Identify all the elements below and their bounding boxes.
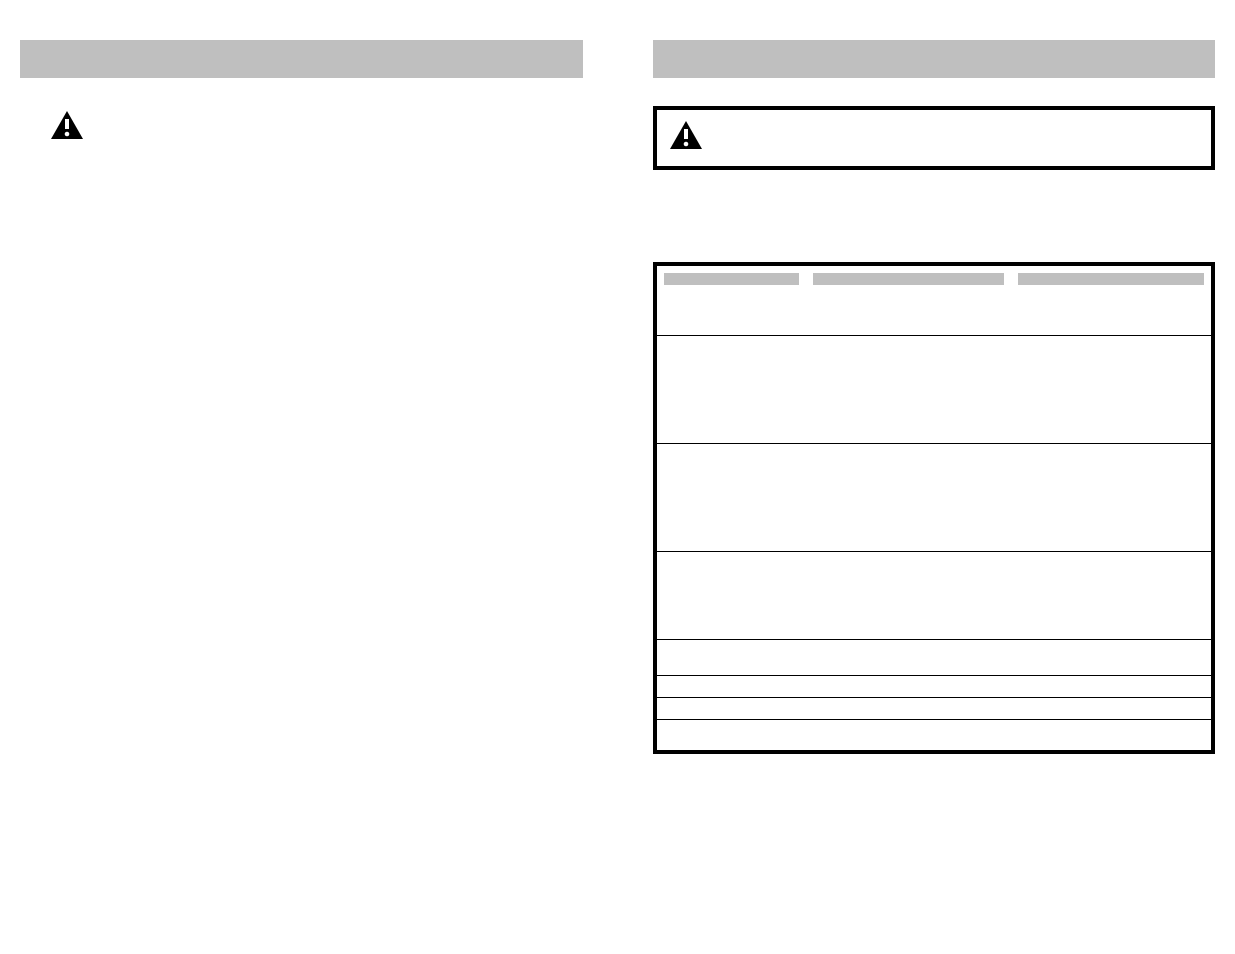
- cell: [806, 720, 1011, 750]
- cell: [806, 336, 1011, 444]
- cell: [1011, 552, 1211, 640]
- warning-triangle-icon: [50, 110, 84, 140]
- cell: [657, 444, 807, 552]
- cell: [806, 698, 1011, 720]
- table-header-row: [657, 266, 1212, 292]
- table-row: [657, 444, 1212, 552]
- table-row: [657, 676, 1212, 698]
- cell: [806, 640, 1011, 676]
- table-row: [657, 720, 1212, 750]
- cell: [1011, 336, 1211, 444]
- cell: [806, 444, 1011, 552]
- right-column: [653, 40, 1216, 754]
- boxed-warning: [653, 106, 1216, 170]
- cell: [806, 676, 1011, 698]
- cell: [657, 720, 807, 750]
- warning-triangle-icon: [669, 120, 703, 150]
- table-row: [657, 292, 1212, 336]
- cell: [657, 676, 807, 698]
- spec-table: [653, 262, 1216, 754]
- left-column: [20, 40, 583, 754]
- cell: [1011, 640, 1211, 676]
- cell: [806, 292, 1011, 336]
- cell: [806, 552, 1011, 640]
- cell: [657, 336, 807, 444]
- table-row: [657, 552, 1212, 640]
- cell: [1011, 292, 1211, 336]
- cell: [1011, 676, 1211, 698]
- col-header: [657, 266, 807, 292]
- cell: [657, 640, 807, 676]
- table-row: [657, 698, 1212, 720]
- col-header: [1011, 266, 1211, 292]
- cell: [1011, 444, 1211, 552]
- left-warning: [50, 106, 583, 140]
- right-section-header: [653, 40, 1216, 78]
- col-header: [806, 266, 1011, 292]
- cell: [1011, 720, 1211, 750]
- cell: [1011, 698, 1211, 720]
- table-row: [657, 336, 1212, 444]
- cell: [657, 292, 807, 336]
- table-row: [657, 640, 1212, 676]
- cell: [657, 698, 807, 720]
- left-section-header: [20, 40, 583, 78]
- cell: [657, 552, 807, 640]
